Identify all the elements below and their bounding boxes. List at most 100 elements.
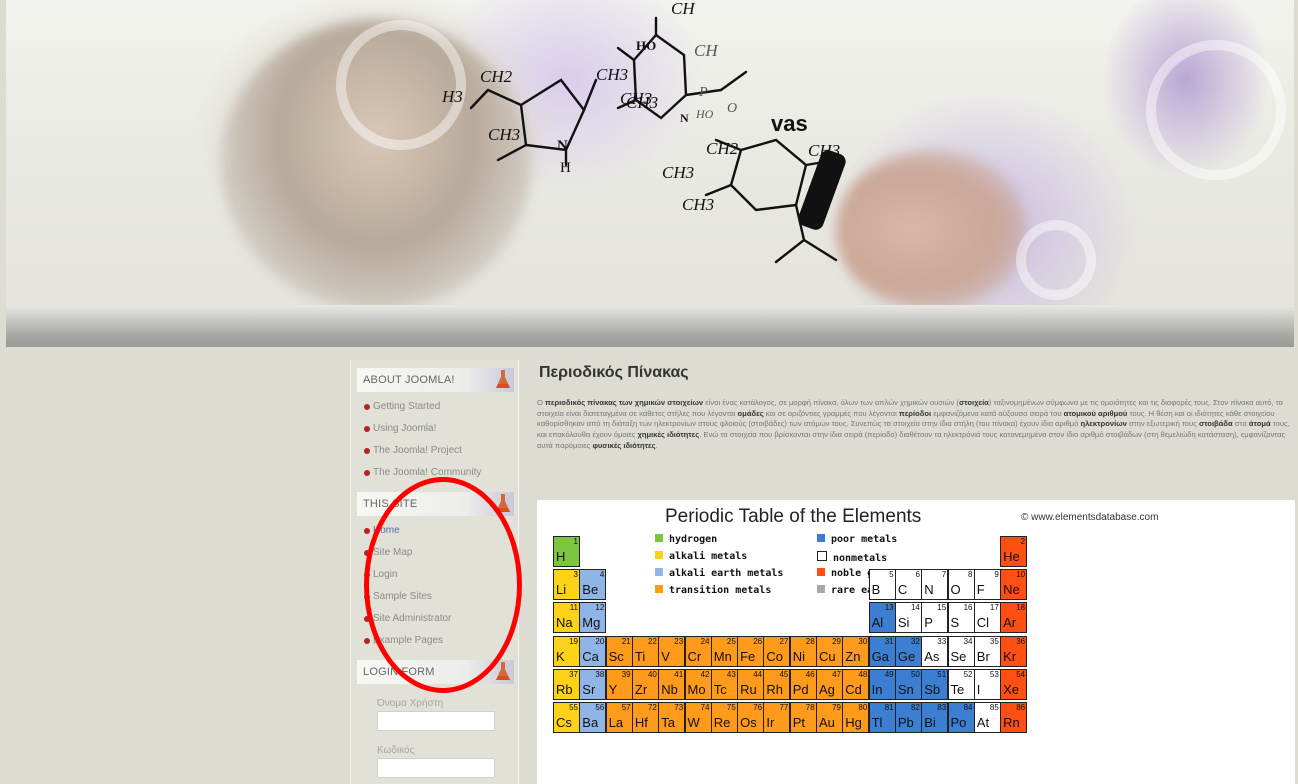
- intro-text: στα: [1232, 419, 1249, 429]
- element-cell: 17 Cl: [973, 602, 1001, 634]
- legend-label: alkali metals: [669, 551, 748, 562]
- element-symbol: Si: [897, 615, 910, 631]
- element-number: 53: [989, 669, 999, 679]
- element-number: 39: [621, 669, 631, 679]
- element-number: 5: [889, 570, 894, 580]
- element-cell: 85 At: [973, 702, 1001, 733]
- intro-keyword: άτομά: [1248, 419, 1271, 429]
- username-field[interactable]: [377, 711, 495, 731]
- element-symbol: Cd: [845, 681, 862, 697]
- element-symbol: Hg: [845, 715, 862, 730]
- legend-label: alkali earth metals: [669, 568, 784, 579]
- intro-text: στην εξωτερική τους: [1126, 419, 1199, 429]
- legend-label: hydrogen: [669, 534, 718, 545]
- menu-item-getting-started[interactable]: Getting Started: [351, 396, 518, 418]
- element-cell: 45 Rh: [763, 668, 791, 700]
- element-cell: 24 Cr: [684, 635, 712, 667]
- element-cell: 52 Te: [947, 668, 975, 700]
- element-symbol: Cr: [687, 648, 702, 664]
- marker-pen-icon: [798, 150, 846, 230]
- element-cell: 50 Sn: [894, 668, 922, 700]
- element-cell: 40 Zr: [631, 668, 659, 700]
- element-cell: 1H: [553, 536, 580, 567]
- legend-swatch: [655, 585, 663, 593]
- element-symbol: Na: [556, 615, 573, 631]
- element-symbol: Y: [608, 681, 618, 697]
- element-cell: 18 Ar: [1000, 602, 1028, 634]
- element-symbol: O: [950, 582, 961, 598]
- password-field[interactable]: [377, 758, 495, 778]
- formula-label: HO: [695, 107, 714, 121]
- element-cell: 27 Co: [763, 635, 791, 667]
- element-cell: 53 I: [973, 668, 1001, 700]
- flask-icon: [496, 662, 510, 680]
- element-symbol: Sn: [897, 681, 914, 697]
- bullet-icon: [364, 448, 370, 454]
- element-number: 51: [937, 669, 947, 679]
- element-number: 36: [1016, 636, 1026, 646]
- element-symbol: Ti: [634, 648, 646, 664]
- element-number: 9: [994, 570, 999, 580]
- element-symbol: Zr: [634, 681, 648, 697]
- element-number: 86: [1016, 703, 1026, 712]
- element-number: 78: [805, 703, 815, 712]
- element-symbol: Hf: [634, 715, 648, 730]
- legend-swatch: [817, 551, 827, 561]
- element-cell: 32 Ge: [894, 635, 922, 667]
- element-number: 8: [968, 570, 973, 580]
- element-number: 56: [595, 703, 605, 712]
- element-symbol: Sr: [582, 681, 596, 697]
- element-number: 75: [726, 703, 736, 712]
- element-symbol: Ni: [792, 648, 805, 664]
- formula-label: CH2: [706, 139, 739, 158]
- element-cell: 83 Bi: [921, 702, 949, 733]
- element-cell: 16 S: [947, 602, 975, 634]
- menu-item-joomla-project[interactable]: The Joomla! Project: [351, 440, 518, 462]
- formula-label: P: [698, 85, 708, 100]
- element-cell: 54 Xe: [1000, 668, 1028, 700]
- element-cell: 84 Po: [947, 702, 975, 733]
- element-symbol: Rn: [1003, 715, 1020, 730]
- menu-item-using-joomla[interactable]: Using Joomla!: [351, 418, 518, 440]
- element-cell: 30 Zn: [842, 635, 870, 667]
- element-symbol: Ge: [897, 648, 916, 664]
- element-symbol: La: [608, 715, 624, 730]
- element-cell: 10 Ne: [1000, 569, 1028, 601]
- element-symbol: W: [687, 715, 700, 730]
- element-symbol: Br: [976, 648, 990, 664]
- element-cell: 14 Si: [894, 602, 922, 634]
- formula-label: CH3: [488, 125, 520, 144]
- formula-label: H: [560, 160, 571, 176]
- element-number: 45: [779, 669, 789, 679]
- element-number: 83: [937, 703, 947, 712]
- intro-text: εμφανιζόμενα κατά αύξουσα σειρά του: [931, 408, 1064, 418]
- element-number: 1: [573, 537, 578, 546]
- bullet-icon: [364, 528, 370, 534]
- element-number: 84: [963, 703, 973, 712]
- element-number: 44: [753, 669, 763, 679]
- main-content: Περιοδικός Πίνακας Ο περιοδικός πίνακας …: [537, 360, 1297, 784]
- element-number: 13: [884, 603, 894, 613]
- element-symbol: Ba: [582, 715, 599, 730]
- element-symbol: Mg: [582, 615, 601, 631]
- element-number: 47: [832, 669, 841, 679]
- element-number: 85: [989, 703, 999, 712]
- element-symbol: As: [924, 648, 940, 664]
- element-number: 10: [1016, 570, 1026, 580]
- formula-label: CH: [671, 0, 696, 18]
- element-symbol: At: [976, 715, 990, 730]
- element-cell: 23 V: [658, 635, 686, 667]
- element-cell: 37 Rb: [553, 668, 580, 700]
- element-symbol: Ne: [1003, 582, 1020, 598]
- element-symbol: C: [897, 582, 908, 598]
- element-number: 72: [647, 703, 657, 712]
- element-cell: 77 Ir: [763, 702, 791, 733]
- element-symbol: Sb: [924, 681, 941, 697]
- legend-label: nonmetals: [833, 553, 888, 564]
- element-symbol: Ag: [819, 681, 835, 697]
- element-cell: 38 Sr: [579, 668, 607, 700]
- element-cell: 33 As: [921, 635, 949, 667]
- nav-bar: [6, 305, 1294, 347]
- intro-paragraph: Ο περιοδικός πίνακας των χημικών στοιχεί…: [537, 398, 1295, 452]
- bullet-icon: [364, 638, 370, 644]
